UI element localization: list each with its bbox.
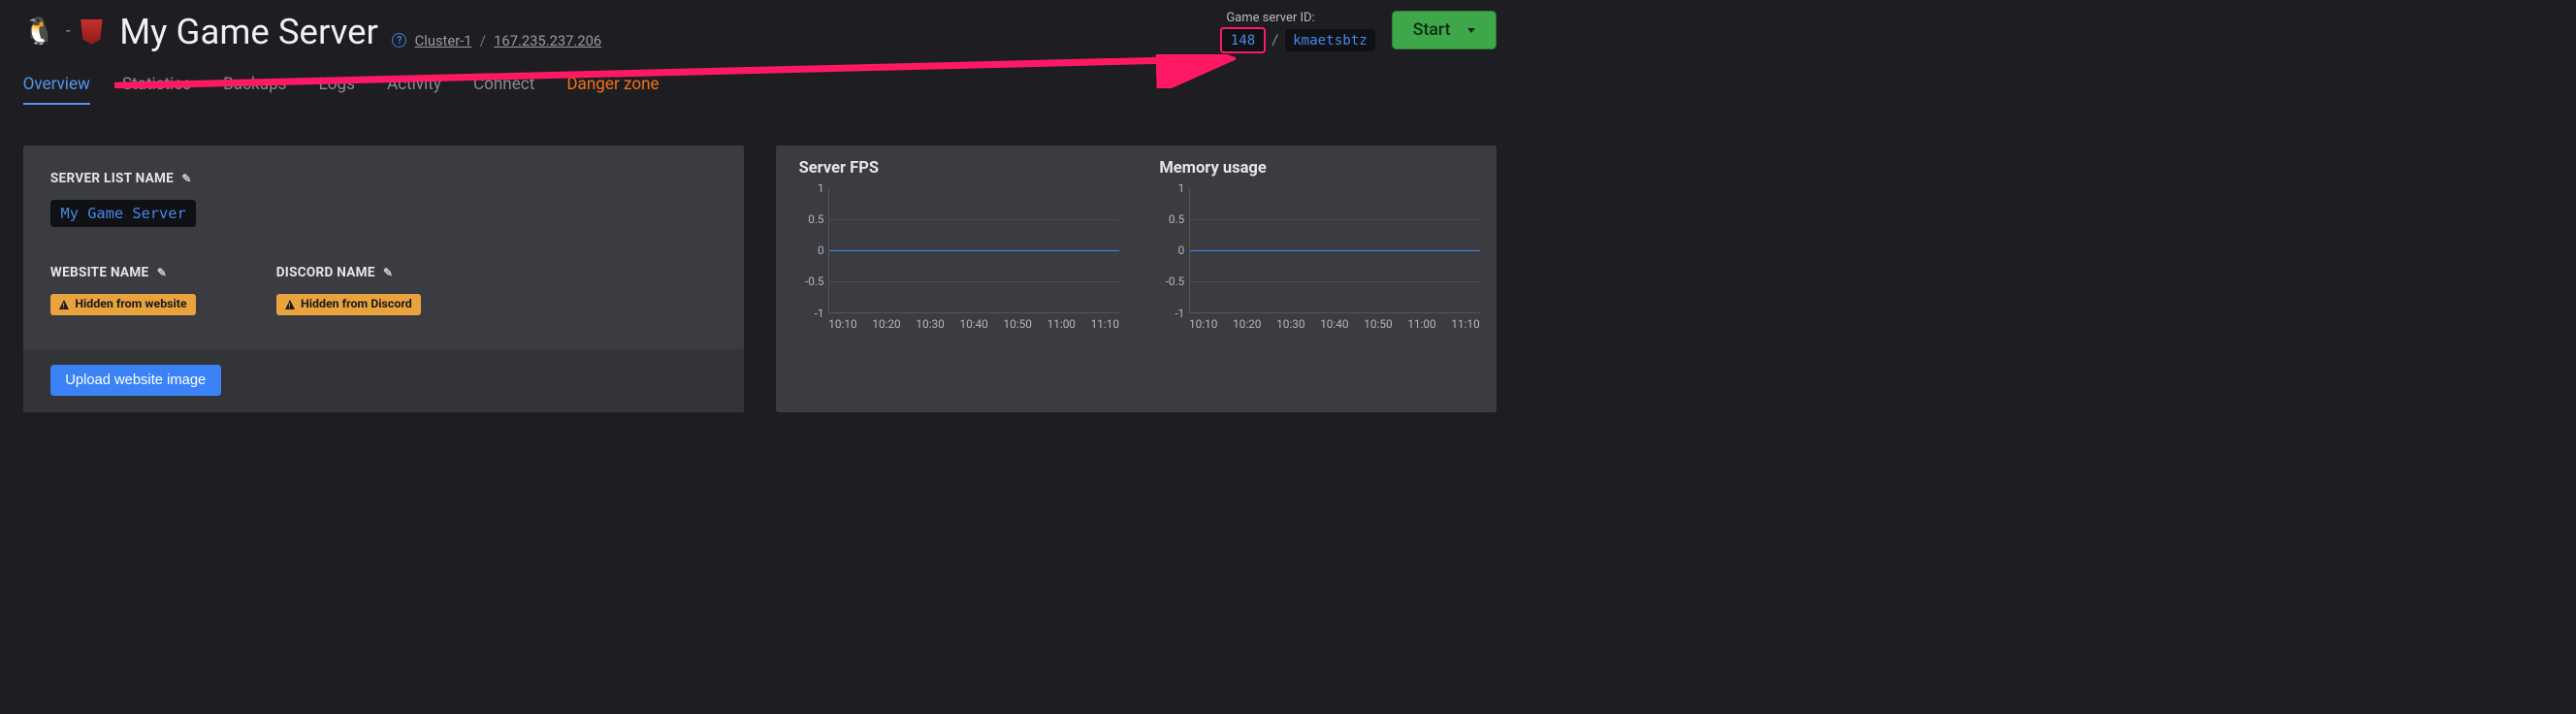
server-list-name-label: SERVER LIST NAME ✎: [50, 171, 717, 186]
website-name-label: WEBSITE NAME ✎: [50, 265, 196, 280]
tab-activity[interactable]: Activity: [387, 75, 441, 104]
dash-separator: -: [66, 22, 71, 41]
main-content: SERVER LIST NAME ✎ My Game Server WEBSIT…: [0, 105, 1520, 412]
x-tick: 11:10: [1091, 317, 1119, 331]
charts-panel: Server FPS 1 0.5 0 -0.5 -1 10:10 10:20 1…: [776, 146, 1497, 412]
y-tick: -1: [1153, 307, 1184, 320]
y-tick: -1: [793, 307, 824, 320]
y-tick: 0: [1153, 243, 1184, 257]
start-button[interactable]: Start: [1392, 11, 1497, 50]
page-title-row: My Game Server ? Cluster-1 / 167.235.237…: [119, 11, 601, 52]
x-axis: 10:10 10:20 10:30 10:40 10:50 11:00 11:1…: [828, 317, 1119, 331]
memory-usage-chart: Memory usage 1 0.5 0 -0.5 -1 10:10 10:20…: [1153, 159, 1479, 395]
chart-area: 1 0.5 0 -0.5 -1 10:10 10:20 10:30 10:40 …: [828, 188, 1119, 332]
name-row: WEBSITE NAME ✎ Hidden from website DISCO…: [50, 265, 717, 315]
tab-danger-zone[interactable]: Danger zone: [566, 75, 659, 104]
id-slash: /: [1271, 33, 1279, 49]
chart-data-line: [829, 250, 1119, 251]
linux-icon: 🐧: [23, 18, 56, 45]
header-right: Game server ID: 148 / kmaetsbtz Start: [1220, 11, 1497, 53]
server-id-slug[interactable]: kmaetsbtz: [1285, 29, 1375, 51]
x-tick: 10:40: [1320, 317, 1348, 331]
page-header: 🐧 - My Game Server ? Cluster-1 / 167.235…: [0, 0, 1520, 53]
tab-overview[interactable]: Overview: [23, 75, 90, 104]
pencil-icon[interactable]: ✎: [383, 266, 393, 279]
x-tick: 10:50: [1364, 317, 1392, 331]
cluster-info: ? Cluster-1 / 167.235.237.206: [392, 32, 601, 49]
cluster-link[interactable]: Cluster-1: [415, 32, 472, 49]
start-button-label: Start: [1413, 20, 1451, 40]
chart-data-line: [1190, 250, 1480, 251]
upload-website-image-button[interactable]: Upload website image: [50, 365, 221, 397]
x-tick: 10:50: [1004, 317, 1032, 331]
discord-hidden-badge: Hidden from Discord: [276, 294, 421, 315]
game-shield-icon: [80, 19, 102, 45]
y-tick: 0.5: [1153, 212, 1184, 226]
slash-separator: /: [480, 32, 486, 49]
y-tick: 0.5: [793, 212, 824, 226]
y-tick: 0: [793, 243, 824, 257]
website-hidden-badge: Hidden from website: [50, 294, 196, 315]
pencil-icon[interactable]: ✎: [181, 172, 191, 185]
x-axis: 10:10 10:20 10:30 10:40 10:50 11:00 11:1…: [1189, 317, 1480, 331]
x-tick: 11:10: [1451, 317, 1479, 331]
x-tick: 10:30: [1276, 317, 1304, 331]
chart-title: Server FPS: [799, 159, 1119, 178]
x-tick: 10:30: [916, 317, 944, 331]
ip-link[interactable]: 167.235.237.206: [494, 32, 601, 49]
chart-plot: [1189, 188, 1480, 313]
server-fps-chart: Server FPS 1 0.5 0 -0.5 -1 10:10 10:20 1…: [793, 159, 1119, 395]
chart-area: 1 0.5 0 -0.5 -1 10:10 10:20 10:30 10:40 …: [1189, 188, 1480, 332]
discord-name-block: DISCORD NAME ✎ Hidden from Discord: [276, 265, 421, 315]
server-id-number[interactable]: 148: [1220, 27, 1265, 53]
warning-icon: [59, 300, 69, 309]
page-title: My Game Server: [119, 11, 378, 52]
x-tick: 10:10: [828, 317, 856, 331]
discord-name-label: DISCORD NAME ✎: [276, 265, 421, 280]
server-id-label: Game server ID:: [1226, 11, 1375, 25]
warning-icon: [285, 300, 295, 309]
chevron-down-icon: [1467, 28, 1475, 33]
tab-logs[interactable]: Logs: [319, 75, 355, 104]
x-tick: 10:10: [1189, 317, 1217, 331]
upload-bar: Upload website image: [23, 349, 744, 411]
server-id-block: Game server ID: 148 / kmaetsbtz: [1220, 11, 1375, 53]
server-id-row: 148 / kmaetsbtz: [1220, 27, 1375, 53]
y-tick: 1: [1153, 181, 1184, 195]
tab-connect[interactable]: Connect: [473, 75, 534, 104]
x-tick: 10:20: [872, 317, 900, 331]
overview-panel: SERVER LIST NAME ✎ My Game Server WEBSIT…: [23, 146, 744, 412]
chart-plot: [828, 188, 1119, 313]
y-tick: -0.5: [1153, 275, 1184, 288]
chart-title: Memory usage: [1159, 159, 1479, 178]
x-tick: 11:00: [1407, 317, 1435, 331]
logo-group: 🐧 -: [23, 18, 103, 45]
x-tick: 11:00: [1047, 317, 1076, 331]
x-tick: 10:20: [1233, 317, 1261, 331]
tab-bar: Overview Statistics Backups Logs Activit…: [0, 53, 1520, 105]
y-tick: -0.5: [793, 275, 824, 288]
tab-statistics[interactable]: Statistics: [122, 75, 191, 104]
x-tick: 10:40: [959, 317, 987, 331]
website-name-block: WEBSITE NAME ✎ Hidden from website: [50, 265, 196, 315]
pencil-icon[interactable]: ✎: [157, 266, 167, 279]
tab-backups[interactable]: Backups: [223, 75, 286, 104]
y-tick: 1: [793, 181, 824, 195]
help-icon[interactable]: ?: [392, 33, 406, 48]
server-list-name-value[interactable]: My Game Server: [50, 200, 196, 226]
